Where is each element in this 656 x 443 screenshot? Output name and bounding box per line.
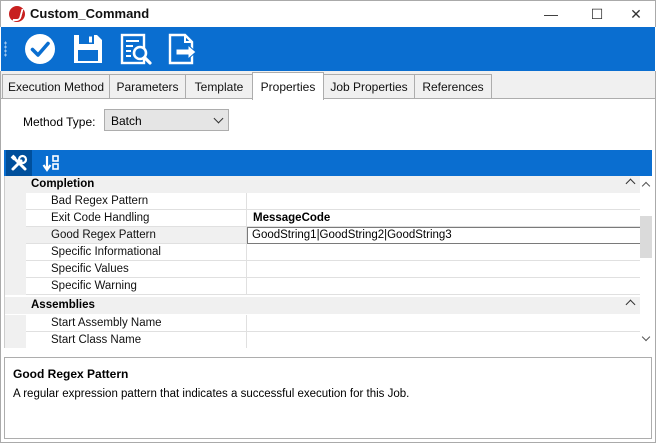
toolbar-grip-icon[interactable] [4, 41, 7, 57]
alphabetical-sort-button[interactable] [38, 150, 64, 176]
scroll-up-icon[interactable] [641, 181, 651, 191]
category-row-assemblies[interactable]: Assemblies [5, 297, 641, 314]
export-document-icon [168, 33, 197, 65]
tab-job-properties[interactable]: Job Properties [323, 74, 415, 99]
app-logo-icon [9, 6, 25, 22]
property-value[interactable] [247, 244, 641, 261]
property-row-start-class-name[interactable]: Start Class Name [5, 332, 641, 348]
property-row-good-regex-pattern[interactable]: Good Regex Pattern GoodString1|GoodStrin… [5, 227, 641, 244]
property-row-specific-warning[interactable]: Specific Warning [5, 278, 641, 295]
method-type-dropdown[interactable]: Batch [104, 109, 229, 131]
property-row-bad-regex-pattern[interactable]: Bad Regex Pattern [5, 193, 641, 210]
main-toolbar [1, 27, 655, 71]
tab-execution-method[interactable]: Execution Method [2, 74, 110, 99]
category-label: Assemblies [31, 299, 95, 311]
property-name: Good Regex Pattern [26, 227, 247, 244]
save-button[interactable] [71, 32, 105, 66]
tab-parameters[interactable]: Parameters [109, 74, 186, 99]
preview-button[interactable] [119, 32, 153, 66]
tab-template[interactable]: Template [185, 74, 253, 99]
property-value[interactable] [247, 193, 641, 210]
category-row-completion[interactable]: Completion [5, 176, 641, 193]
tab-properties[interactable]: Properties [252, 72, 324, 100]
description-text: A regular expression pattern that indica… [13, 388, 410, 400]
property-grid-toolbar [4, 150, 652, 176]
property-grid-scrollbar[interactable] [640, 176, 652, 348]
chevron-down-icon [213, 113, 224, 124]
window-title: Custom_Command [30, 6, 150, 21]
ok-check-icon [25, 34, 55, 64]
close-button[interactable]: ✕ [613, 1, 656, 27]
property-name: Specific Warning [26, 278, 247, 295]
property-value-editor[interactable]: GoodString1|GoodString2|GoodString3 [247, 227, 641, 244]
property-name: Exit Code Handling [26, 210, 247, 227]
categorized-view-button[interactable] [6, 150, 32, 176]
save-disk-icon [74, 35, 102, 63]
categorized-view-icon [10, 154, 28, 171]
description-title: Good Regex Pattern [13, 367, 129, 381]
method-type-label: Method Type: [23, 115, 96, 129]
ok-button[interactable] [23, 32, 57, 66]
category-label: Completion [31, 178, 95, 190]
tab-strip: Execution Method Parameters Template Pro… [0, 71, 656, 100]
property-row-specific-informational[interactable]: Specific Informational [5, 244, 641, 261]
property-name: Bad Regex Pattern [26, 193, 247, 210]
collapse-chevron-icon[interactable] [625, 299, 636, 310]
scroll-thumb[interactable] [640, 216, 652, 258]
property-value[interactable] [247, 261, 641, 278]
property-name: Specific Values [26, 261, 247, 278]
property-name: Start Assembly Name [26, 315, 247, 332]
property-row-specific-values[interactable]: Specific Values [5, 261, 641, 278]
alphabetical-sort-icon [42, 155, 59, 172]
property-value[interactable] [247, 332, 641, 348]
title-bar: Custom_Command — ☐ ✕ [0, 0, 656, 27]
property-value[interactable] [247, 278, 641, 295]
property-value[interactable]: MessageCode [247, 210, 641, 227]
collapse-chevron-icon[interactable] [625, 178, 636, 189]
property-grid: Completion Bad Regex Pattern Exit Code H… [4, 176, 652, 348]
preview-search-icon [120, 33, 152, 65]
property-name: Specific Informational [26, 244, 247, 261]
property-row-exit-code-handling[interactable]: Exit Code Handling MessageCode [5, 210, 641, 227]
description-pane: Good Regex Pattern A regular expression … [4, 357, 652, 439]
minimize-button[interactable]: — [528, 1, 574, 27]
method-type-value: Batch [111, 114, 142, 128]
tab-references[interactable]: References [414, 74, 492, 99]
property-row-start-assembly-name[interactable]: Start Assembly Name [5, 315, 641, 332]
export-button[interactable] [166, 32, 200, 66]
scroll-down-icon[interactable] [641, 332, 651, 342]
property-value[interactable] [247, 315, 641, 332]
property-name: Start Class Name [26, 332, 247, 348]
